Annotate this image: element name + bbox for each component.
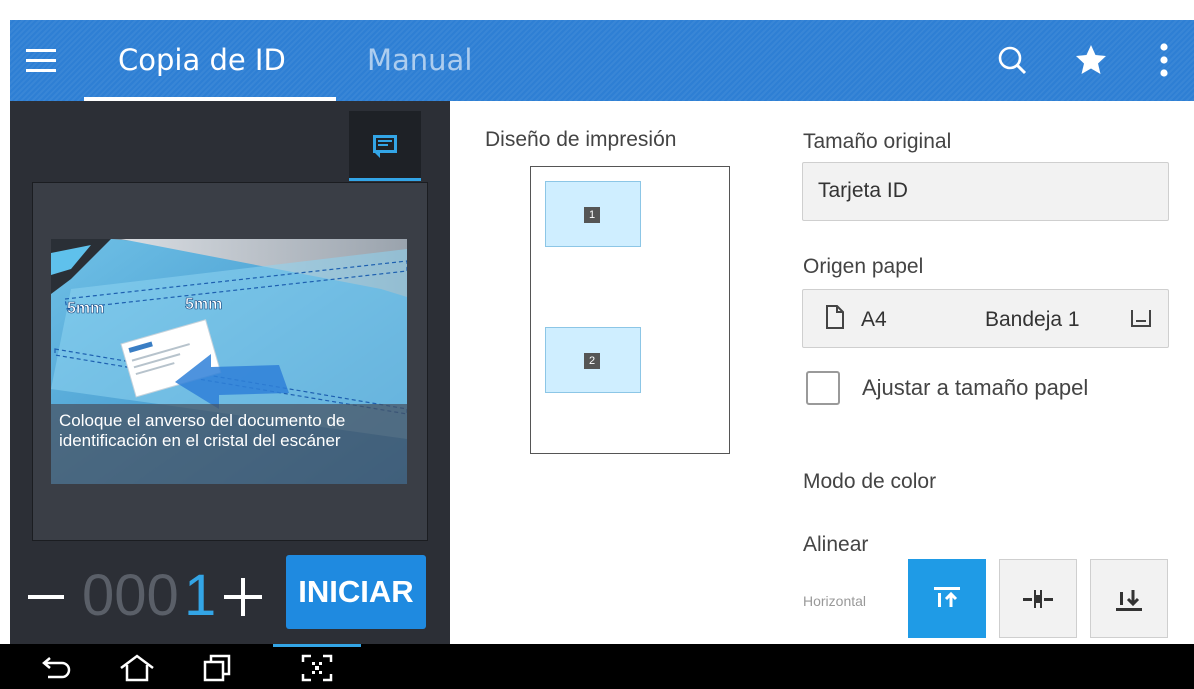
layout-cell-back: 2 bbox=[545, 327, 641, 393]
recent-apps-icon[interactable] bbox=[196, 652, 236, 684]
align-center-button[interactable] bbox=[999, 559, 1077, 638]
align-horizontal-label: Horizontal bbox=[803, 593, 867, 609]
tray-icon bbox=[1131, 310, 1151, 327]
menu-icon[interactable] bbox=[26, 47, 60, 75]
copies-control: 000 1 INICIAR bbox=[10, 548, 450, 644]
star-icon[interactable] bbox=[1071, 40, 1111, 80]
align-top-button[interactable] bbox=[908, 559, 986, 638]
original-size-label: Tamaño original bbox=[803, 130, 952, 153]
tab-manual[interactable]: Manual bbox=[367, 20, 472, 101]
align-top-icon bbox=[934, 587, 960, 607]
margin-label-left: 5mm bbox=[67, 300, 104, 317]
fit-to-paper-label: Ajustar a tamaño papel bbox=[862, 375, 1089, 400]
top-spacer bbox=[0, 0, 1194, 20]
align-center-icon bbox=[1023, 590, 1053, 608]
nav-active-indicator bbox=[273, 644, 361, 647]
print-layout-preview: 1 2 bbox=[530, 166, 730, 454]
preview-toggle[interactable] bbox=[349, 111, 421, 181]
cell-number: 2 bbox=[584, 353, 600, 369]
instruction-caption: Coloque el anverso del documento de iden… bbox=[51, 404, 407, 484]
paper-size-value: A4 bbox=[861, 308, 887, 331]
tray-value: Bandeja 1 bbox=[985, 308, 1080, 331]
more-vert-icon[interactable] bbox=[1150, 40, 1190, 80]
paper-source-label: Origen papel bbox=[803, 255, 924, 278]
original-size-value: Tarjeta ID bbox=[818, 179, 908, 202]
scanner-illustration: 5mm 5mm Coloque el anverso del documento… bbox=[51, 239, 407, 484]
align-bottom-icon bbox=[1116, 590, 1142, 611]
original-size-select[interactable]: Tarjeta ID bbox=[802, 162, 1169, 221]
start-button[interactable]: INICIAR bbox=[286, 555, 426, 629]
app-bar: Copia de ID Manual bbox=[10, 20, 1194, 101]
margin-label-top: 5mm bbox=[185, 296, 222, 313]
paper-source-select[interactable]: A4 Bandeja 1 bbox=[802, 289, 1169, 348]
copies-count-value[interactable]: 1 bbox=[184, 562, 216, 630]
fit-to-paper-checkbox[interactable] bbox=[806, 371, 840, 405]
cell-number: 1 bbox=[584, 207, 600, 223]
layout-cell-front: 1 bbox=[545, 181, 641, 247]
preview-area: 5mm 5mm Coloque el anverso del documento… bbox=[32, 182, 428, 541]
back-icon[interactable] bbox=[36, 652, 76, 684]
screen-capture-icon[interactable] bbox=[297, 652, 337, 684]
increase-copies-button[interactable] bbox=[224, 578, 262, 616]
layout-title: Diseño de impresión bbox=[485, 128, 677, 151]
copies-count-prefix: 000 bbox=[82, 563, 179, 628]
image-preview-icon bbox=[373, 135, 397, 158]
align-bottom-button[interactable] bbox=[1090, 559, 1168, 638]
system-nav-bar bbox=[0, 644, 1194, 689]
preview-tab-indicator bbox=[349, 178, 421, 181]
decrease-copies-button[interactable] bbox=[28, 595, 64, 599]
home-icon[interactable] bbox=[117, 652, 157, 684]
search-icon[interactable] bbox=[992, 40, 1032, 80]
align-label: Alinear bbox=[803, 533, 869, 556]
color-mode-label: Modo de color bbox=[803, 470, 937, 493]
page-icon bbox=[826, 305, 844, 329]
tab-id-copy[interactable]: Copia de ID bbox=[118, 20, 286, 101]
